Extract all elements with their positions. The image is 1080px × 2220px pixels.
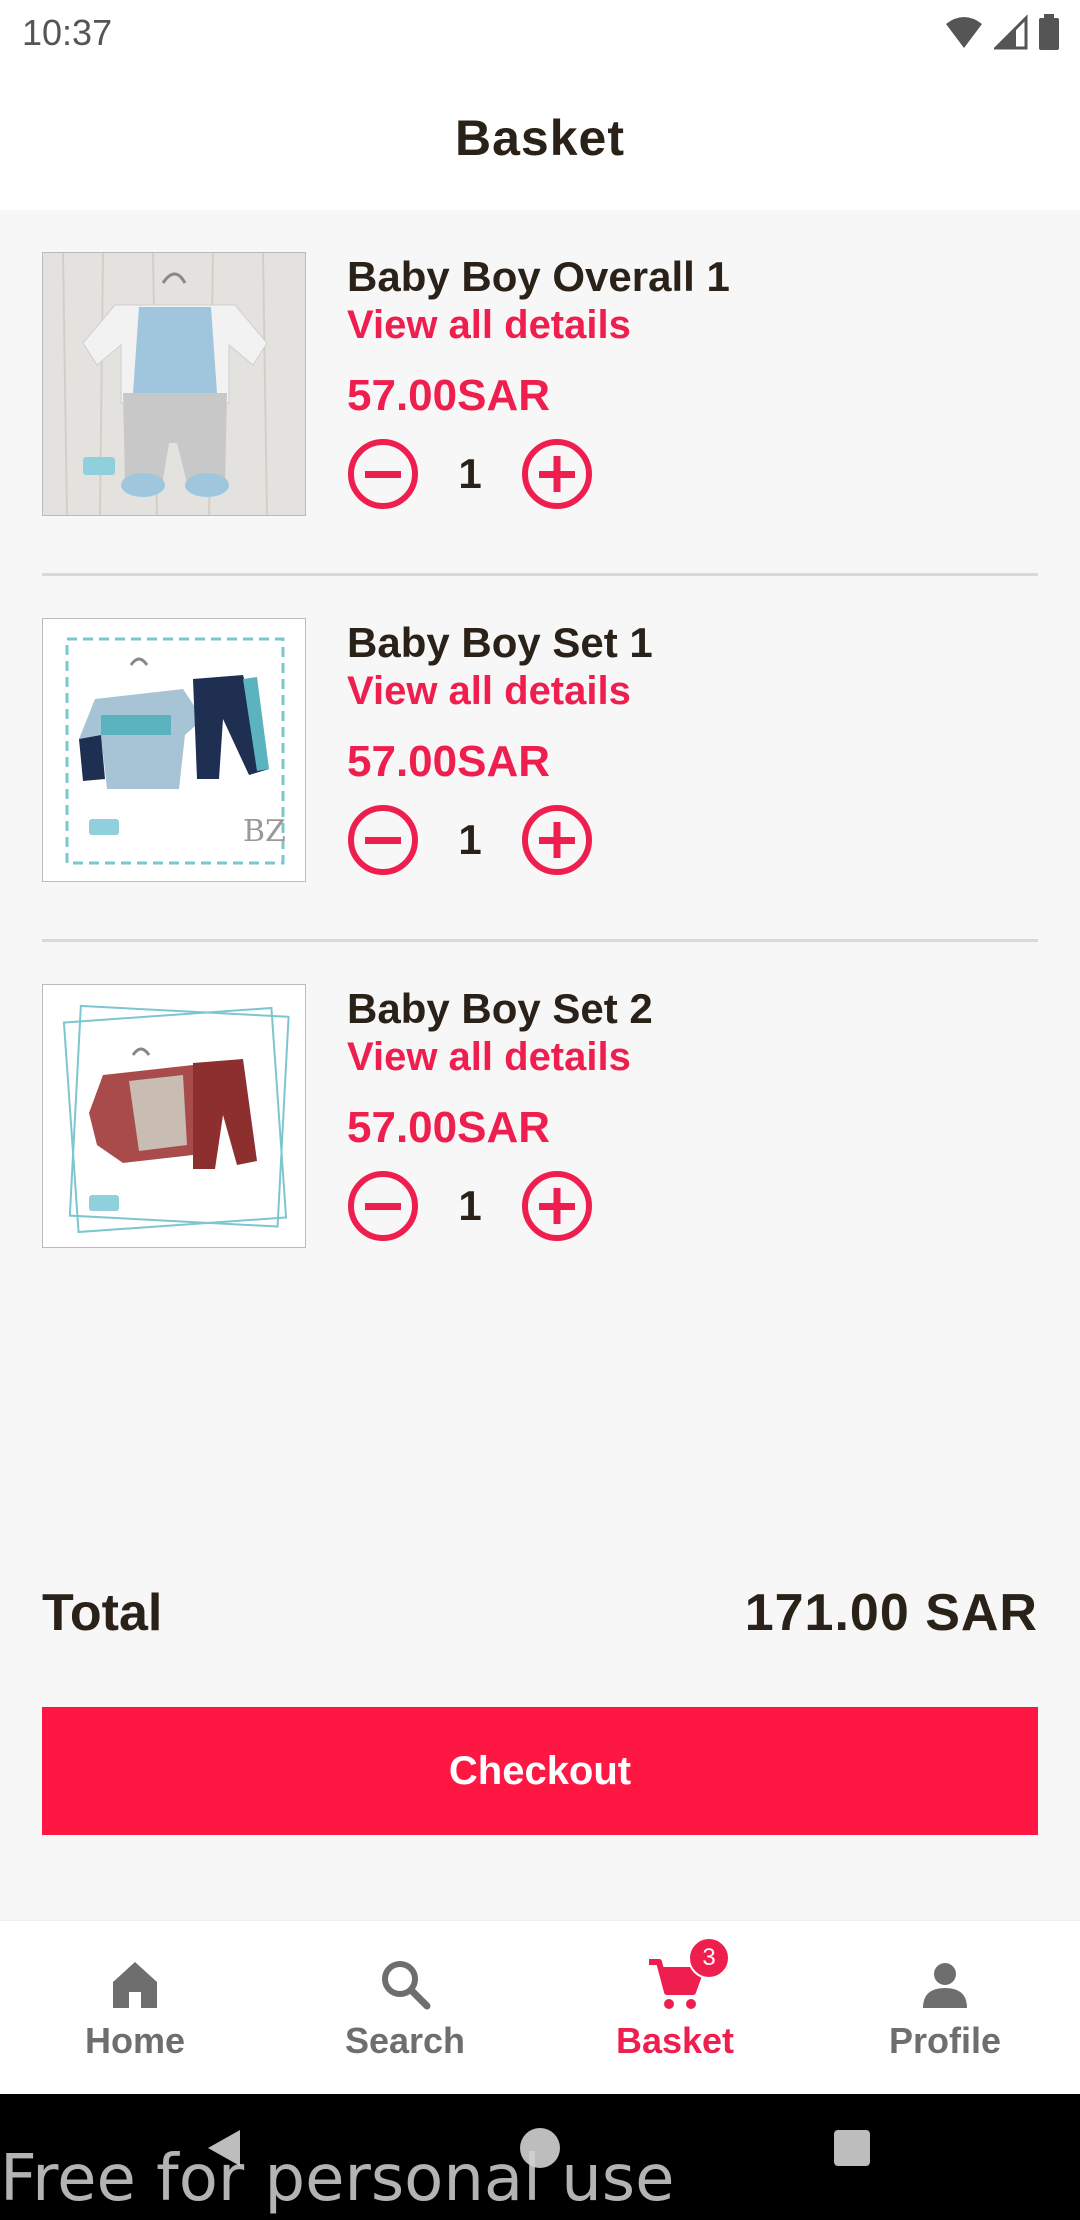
svg-text:BZ: BZ [243,814,286,849]
total-label: Total [42,1584,163,1642]
nav-profile[interactable]: Profile [810,1921,1080,2094]
basket-list: Baby Boy Overall 1 View all details 57.0… [42,210,1038,1308]
product-price: 57.00SAR [347,1103,551,1152]
view-details-link[interactable]: View all details [347,1034,1027,1080]
nav-label: Home [84,2019,186,2061]
total-row: Total 171.00 SAR [42,1580,1038,1646]
view-details-link[interactable]: View all details [347,302,1027,348]
wifi-icon [946,17,982,48]
quantity-stepper: 1 [347,436,1027,512]
item-info: Baby Boy Set 1 View all details 57.00SAR… [347,618,1027,878]
recents-icon[interactable] [828,2124,876,2172]
product-price: 57.00SAR [347,737,551,786]
status-bar: 10:37 [0,0,1080,66]
item-info: Baby Boy Set 2 View all details 57.00SAR… [347,984,1027,1244]
baby-set-red-photo [43,985,305,1247]
nav-home[interactable]: Home [0,1921,270,2094]
view-details-link[interactable]: View all details [347,668,1027,714]
decrease-quantity-button[interactable] [347,1170,419,1242]
increase-quantity-button[interactable] [521,804,593,876]
quantity-value: 1 [458,1182,482,1229]
total-value: 171.00 SAR [744,1584,1038,1642]
product-name: Baby Boy Overall 1 [347,253,730,300]
person-icon [923,1962,967,2008]
product-price: 57.00SAR [347,371,551,420]
decrease-quantity-button[interactable] [347,804,419,876]
battery-icon [1039,14,1059,50]
bottom-nav: Home Search 3 Basket Profile [0,1920,1080,2094]
decrease-quantity-button[interactable] [347,438,419,510]
basket-item: BZ Baby Boy Set 1 View all details 57.00… [42,576,1038,942]
page-title: Basket [455,110,625,166]
nav-basket[interactable]: 3 Basket [540,1921,810,2094]
app-header: Basket [0,66,1080,210]
search-icon [382,1960,431,2009]
quantity-stepper: 1 [347,1168,1027,1244]
increase-quantity-button[interactable] [521,438,593,510]
quantity-value: 1 [458,450,482,497]
quantity-value: 1 [458,816,482,863]
basket-item: Baby Boy Overall 1 View all details 57.0… [42,210,1038,576]
product-image[interactable] [42,252,306,516]
checkout-button[interactable]: Checkout [42,1707,1038,1835]
nav-search[interactable]: Search [270,1921,540,2094]
cart-count-badge: 3 [688,1937,730,1979]
product-image[interactable] [42,984,306,1248]
item-info: Baby Boy Overall 1 View all details 57.0… [347,252,1027,512]
increase-quantity-button[interactable] [521,1170,593,1242]
signal-icon [994,14,1028,50]
status-icons [944,14,1060,50]
product-name: Baby Boy Set 2 [347,985,653,1032]
system-nav-bar: Free for personal use [0,2094,1080,2220]
baby-overall-photo [43,253,305,515]
nav-label: Search [344,2019,466,2061]
baby-set-believe-photo: BZ [43,619,305,881]
quantity-stepper: 1 [347,802,1027,878]
home-icon [113,1961,157,2008]
basket-item: Baby Boy Set 2 View all details 57.00SAR… [42,942,1038,1308]
watermark-text: Free for personal use [0,2142,675,2216]
nav-label: Basket [615,2019,735,2061]
product-name: Baby Boy Set 1 [347,619,653,666]
product-image[interactable]: BZ [42,618,306,882]
nav-label: Profile [888,2019,1002,2061]
status-time: 10:37 [22,12,113,53]
